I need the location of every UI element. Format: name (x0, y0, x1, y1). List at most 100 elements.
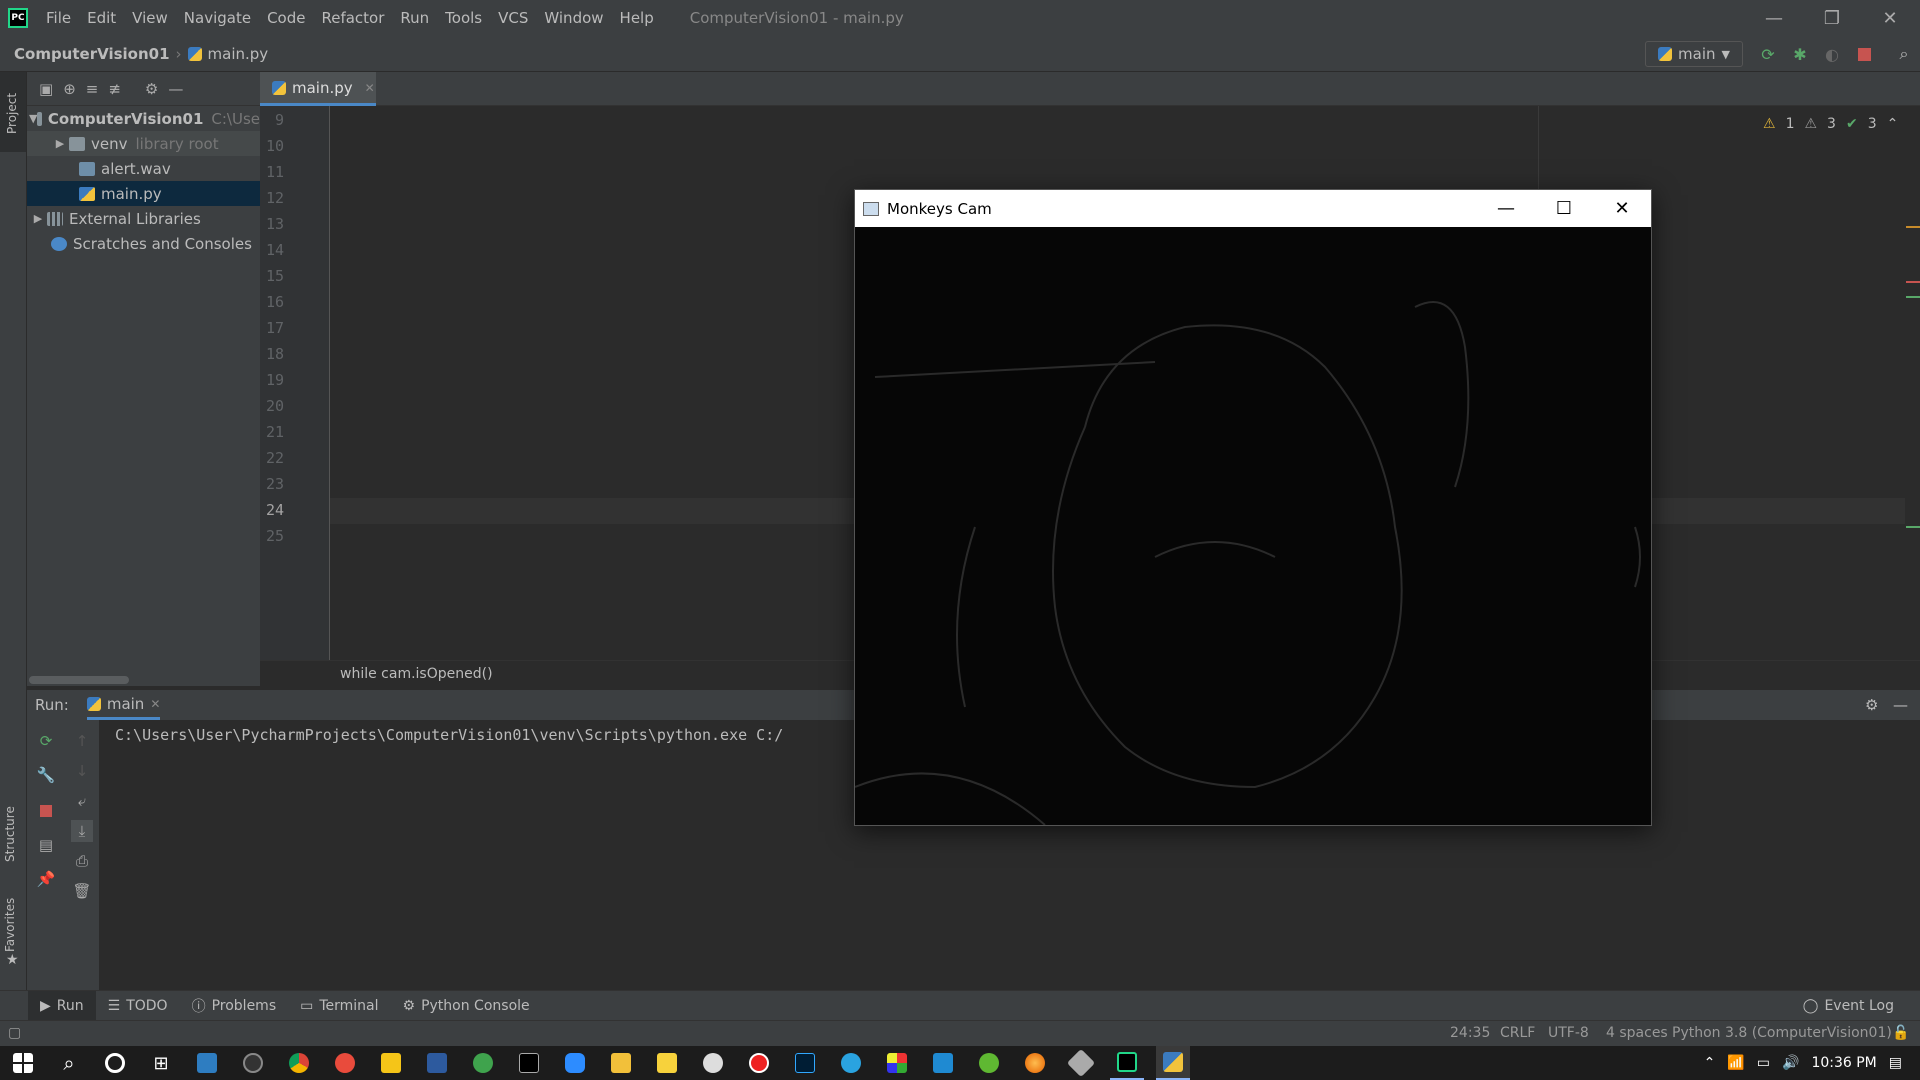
search-icon[interactable]: ⌕ (52, 1046, 86, 1080)
lock-icon[interactable]: 🔓 (1892, 1025, 1909, 1041)
app-icon[interactable] (972, 1046, 1006, 1080)
file-encoding[interactable]: UTF-8 (1548, 1025, 1589, 1041)
tree-item-alert-wav[interactable]: alert.wav (27, 156, 260, 181)
notification-icon[interactable]: ▤ (1889, 1055, 1902, 1071)
menu-run[interactable]: Run (392, 0, 437, 36)
project-view-icon[interactable]: ▣ (39, 80, 53, 98)
tool-python-console-button[interactable]: ⚙ Python Console (391, 991, 542, 1021)
wifi-icon[interactable]: 📶 (1727, 1055, 1744, 1071)
wrench-icon[interactable]: 🔧 (35, 764, 57, 786)
tool-terminal-button[interactable]: ▭ Terminal (288, 991, 390, 1021)
arrow-down-icon[interactable]: ↓ (71, 760, 93, 782)
tool-windows-icon[interactable]: ▢ (8, 1025, 21, 1041)
python-interpreter[interactable]: Python 3.8 (ComputerVision01) (1672, 1025, 1892, 1041)
app-icon[interactable] (880, 1046, 914, 1080)
terminal-icon[interactable] (512, 1046, 546, 1080)
tab-main-py[interactable]: main.py ✕ (260, 72, 376, 106)
run-tab-main[interactable]: main ✕ (86, 690, 161, 720)
pycharm-icon[interactable] (1110, 1046, 1144, 1080)
windows-start-icon[interactable] (6, 1046, 40, 1080)
error-stripe[interactable] (1905, 106, 1920, 660)
error-stripe-mark[interactable] (1906, 526, 1920, 528)
tree-item-external-libraries[interactable]: ▶ External Libraries (27, 206, 260, 231)
indent-setting[interactable]: 4 spaces (1606, 1025, 1668, 1041)
stop-icon[interactable] (1854, 44, 1874, 64)
git-icon[interactable] (1064, 1046, 1098, 1080)
coverage-icon[interactable]: ◐ (1822, 44, 1842, 64)
locate-icon[interactable]: ⊕ (63, 80, 76, 98)
volume-icon[interactable]: 🔊 (1782, 1055, 1799, 1071)
zoom-icon[interactable] (558, 1046, 592, 1080)
event-log-button[interactable]: ◯ Event Log (1791, 991, 1906, 1021)
search-icon[interactable]: ⌕ (1894, 44, 1914, 64)
minimize-icon[interactable]: — (1745, 0, 1803, 36)
battery-icon[interactable]: ▭ (1757, 1055, 1770, 1071)
github-icon[interactable] (696, 1046, 730, 1080)
gear-icon[interactable]: ⚙ (145, 80, 158, 98)
rerun-icon[interactable]: ⟳ (1758, 44, 1778, 64)
tool-todo-button[interactable]: ☰ TODO (96, 991, 180, 1021)
menu-navigate[interactable]: Navigate (176, 0, 259, 36)
powershell-icon[interactable] (420, 1046, 454, 1080)
app-icon[interactable] (374, 1046, 408, 1080)
menu-edit[interactable]: Edit (79, 0, 124, 36)
firefox-icon[interactable] (1018, 1046, 1052, 1080)
cam-window-titlebar[interactable]: Monkeys Cam — ☐ ✕ (855, 190, 1651, 227)
menu-file[interactable]: File (38, 0, 79, 36)
sticky-notes-icon[interactable] (650, 1046, 684, 1080)
app-icon[interactable] (328, 1046, 362, 1080)
collapse-all-icon[interactable]: ≢ (108, 80, 121, 98)
debug-icon[interactable]: ✱ (1790, 44, 1810, 64)
file-explorer-icon[interactable] (604, 1046, 638, 1080)
menu-code[interactable]: Code (259, 0, 313, 36)
tree-item-venv[interactable]: ▶ venv library root (27, 131, 260, 156)
breadcrumb-file[interactable]: main.py (208, 45, 269, 63)
rerun-icon[interactable]: ⟳ (35, 730, 57, 752)
menu-tools[interactable]: Tools (437, 0, 490, 36)
hide-icon[interactable]: — (168, 80, 183, 98)
app-icon[interactable] (236, 1046, 270, 1080)
expand-all-icon[interactable]: ≡ (86, 80, 99, 98)
layout-icon[interactable]: ▤ (35, 834, 57, 856)
chevron-up-icon[interactable]: ⌃ (1887, 116, 1899, 132)
restore-icon[interactable]: ❐ (1803, 0, 1861, 36)
project-tool-button[interactable]: Project (0, 72, 26, 152)
monkeys-cam-window[interactable]: Monkeys Cam — ☐ ✕ (854, 189, 1652, 826)
error-stripe-mark[interactable] (1906, 296, 1920, 298)
record-icon[interactable] (742, 1046, 776, 1080)
photoshop-icon[interactable] (788, 1046, 822, 1080)
line-separator[interactable]: CRLF (1500, 1025, 1535, 1041)
structure-tool-button[interactable]: Structure (3, 806, 17, 862)
tool-problems-button[interactable]: ⓘ Problems (180, 991, 289, 1021)
caret-position[interactable]: 24:35 (1450, 1025, 1490, 1041)
taskbar-clock[interactable]: 10:36 PM (1811, 1055, 1876, 1071)
close-icon[interactable]: ✕ (1593, 190, 1651, 227)
maximize-icon[interactable]: ☐ (1535, 190, 1593, 227)
chevron-up-icon[interactable]: ⌃ (1704, 1055, 1716, 1071)
tool-run-button[interactable]: ▶ Run (28, 990, 96, 1021)
soft-wrap-icon[interactable]: ⤶ (71, 790, 93, 812)
pin-icon[interactable]: 📌 (35, 868, 57, 890)
chrome-icon[interactable] (282, 1046, 316, 1080)
menu-refactor[interactable]: Refactor (313, 0, 392, 36)
gear-icon[interactable]: ⚙ (1865, 696, 1878, 714)
run-config-dropdown[interactable]: main ▼ (1645, 41, 1743, 67)
hide-icon[interactable]: — (1893, 696, 1908, 714)
cortana-icon[interactable] (98, 1046, 132, 1080)
task-view-icon[interactable]: ⊞ (144, 1046, 178, 1080)
error-stripe-mark[interactable] (1906, 281, 1920, 283)
python-icon[interactable] (1156, 1046, 1190, 1080)
inspection-widget[interactable]: ⚠1 ⚠3 ✔3 ⌃ ⌄ (1763, 116, 1920, 132)
menu-window[interactable]: Window (536, 0, 611, 36)
tree-item-main-py[interactable]: main.py (27, 181, 260, 206)
close-tab-icon[interactable]: ✕ (365, 81, 375, 95)
scroll-to-end-icon[interactable]: ⤓ (71, 820, 93, 842)
telegram-icon[interactable] (834, 1046, 868, 1080)
horizontal-scrollbar[interactable] (29, 676, 129, 684)
app-icon[interactable] (466, 1046, 500, 1080)
breadcrumb-project[interactable]: ComputerVision01 (14, 45, 170, 63)
print-icon[interactable]: ⎙ (71, 850, 93, 872)
stop-icon[interactable] (35, 800, 57, 822)
close-icon[interactable]: ✕ (1861, 0, 1919, 36)
arrow-up-icon[interactable]: ↑ (71, 730, 93, 752)
